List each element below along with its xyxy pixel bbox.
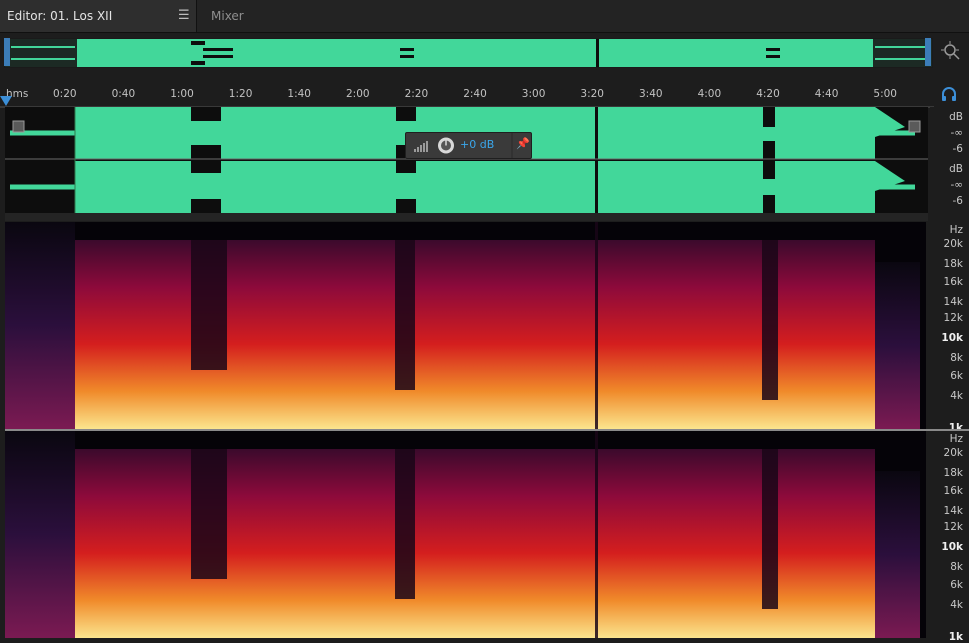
spectral-scale-label: 6k	[950, 370, 963, 382]
ruler-tick-label: 1:20	[228, 88, 253, 100]
tab-editor[interactable]: Editor: 01. Los XII Apóstoles.mp3 ☰	[0, 0, 196, 55]
zoom-icon[interactable]	[940, 40, 962, 62]
scale-minus6-ch1: -6	[952, 143, 963, 155]
overview-waveform[interactable]	[4, 38, 933, 68]
spectral-scale-label: 4k	[950, 390, 963, 402]
scale-minus6-ch2: -6	[952, 195, 963, 207]
spectral-scale-label: 8k	[950, 561, 963, 573]
ruler-tick-label: 0:40	[111, 88, 136, 100]
tab-mixer[interactable]: Mixer	[196, 0, 266, 32]
spectral-scale-label: 10k	[941, 541, 963, 553]
ruler-tick-label: 4:20	[756, 88, 780, 100]
spectral-scale-label: 16k	[943, 276, 963, 288]
scale-minus-inf-ch2: -∞	[950, 179, 963, 191]
spectral-scale-label: 16k	[943, 485, 963, 497]
waveform-display[interactable]	[5, 107, 928, 213]
spectral-scale-label: 6k	[950, 579, 963, 591]
spectral-frequency-scale-2: Hz 20k 18k 16k 14k 12k 10k 8k 6k 4k 1k	[930, 431, 969, 643]
panel-divider[interactable]	[5, 213, 928, 221]
ruler-tick-label: 0:20	[53, 88, 77, 100]
ruler-tick-label: 3:20	[580, 88, 604, 100]
volume-value[interactable]: +0 dB	[460, 138, 494, 151]
ruler-tick-label: 5:00	[873, 88, 897, 100]
ruler-tick-label: 1:00	[170, 88, 194, 100]
spectral-unit-label: Hz	[949, 433, 963, 445]
spectral-scale-label: 8k	[950, 352, 963, 364]
spectral-scale-label: 14k	[943, 296, 963, 308]
headphones-icon[interactable]	[940, 86, 958, 102]
spectral-scale-label: 10k	[941, 332, 963, 344]
ruler-tick-label: 2:40	[463, 88, 487, 100]
overview-left-handle[interactable]	[4, 38, 10, 66]
spectral-scale-label: 20k	[943, 447, 963, 459]
ruler-tick-label: 1:40	[287, 88, 311, 100]
spectral-scale-label: 20k	[943, 238, 963, 250]
spectral-frequency-scale-1: Hz 20k 18k 16k 14k 12k 10k 8k 6k 4k 1k	[930, 222, 969, 434]
spectral-scale-label: 4k	[950, 599, 963, 611]
spectral-scale-label: 12k	[943, 521, 963, 533]
scale-minus-inf-ch1: -∞	[950, 127, 963, 139]
spectral-scale-label: 12k	[943, 312, 963, 324]
ruler-tick-label: 4:40	[814, 88, 839, 100]
ruler-tick-label: 4:00	[697, 88, 722, 100]
hamburger-menu-icon[interactable]: ☰	[178, 0, 190, 32]
ruler-tick-label: 2:20	[404, 88, 429, 100]
overview-right-handle[interactable]	[925, 38, 931, 66]
spectral-scale-label: 1k	[948, 631, 963, 643]
tab-mixer-label: Mixer	[211, 9, 244, 23]
scale-db-unit-ch2: dB	[949, 163, 963, 175]
scale-db-unit-ch1: dB	[949, 111, 963, 123]
pin-icon[interactable]: 📌	[516, 137, 530, 150]
spectrogram-channel-2[interactable]	[5, 431, 926, 638]
spectral-unit-label: Hz	[949, 224, 963, 236]
ruler-tick-label: 3:40	[639, 88, 663, 100]
spectral-scale-label: 18k	[943, 258, 963, 270]
spectral-scale-label: 14k	[943, 505, 963, 517]
ruler-tick-label: 3:00	[521, 88, 546, 100]
waveform-amplitude-scale: dB -∞ -6 dB -∞ -6	[930, 107, 969, 213]
playhead-marker[interactable]	[0, 96, 12, 106]
spectrogram-channel-1[interactable]	[5, 222, 926, 429]
ruler-tick-label: 2:00	[346, 88, 370, 100]
volume-hud[interactable]: +0 dB 📌	[405, 132, 532, 159]
tab-bar: Editor: 01. Los XII Apóstoles.mp3 ☰ Mixe…	[0, 0, 969, 55]
spectral-scale-label: 18k	[943, 467, 963, 479]
